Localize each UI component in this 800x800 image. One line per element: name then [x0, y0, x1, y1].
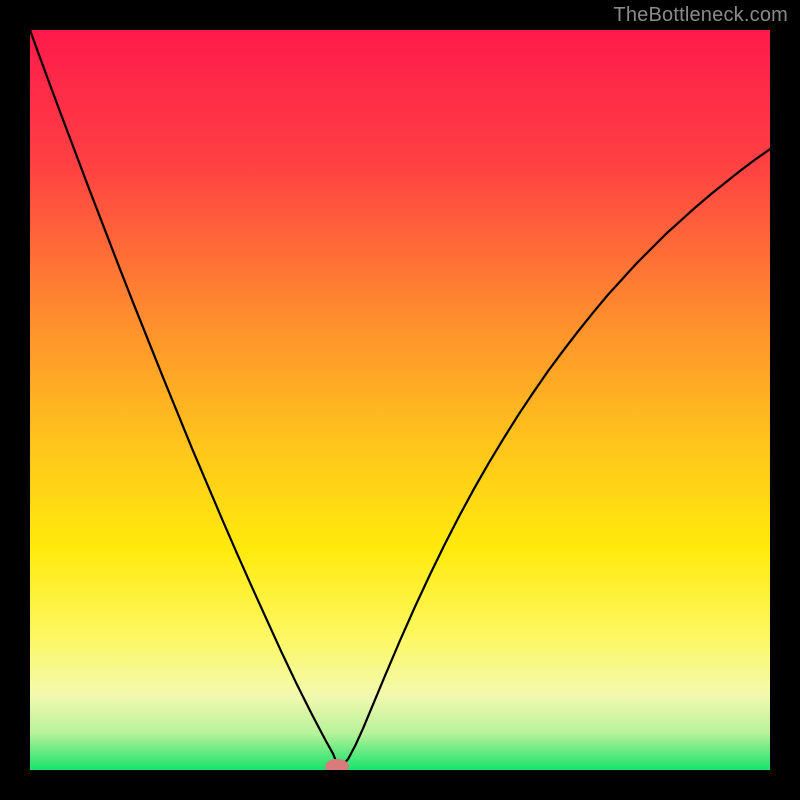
outer-black-frame: TheBottleneck.com: [0, 0, 800, 800]
chart-svg: [30, 30, 770, 770]
watermark-text: TheBottleneck.com: [613, 4, 788, 27]
gradient-background: [30, 30, 770, 770]
plot-area: [30, 30, 770, 770]
